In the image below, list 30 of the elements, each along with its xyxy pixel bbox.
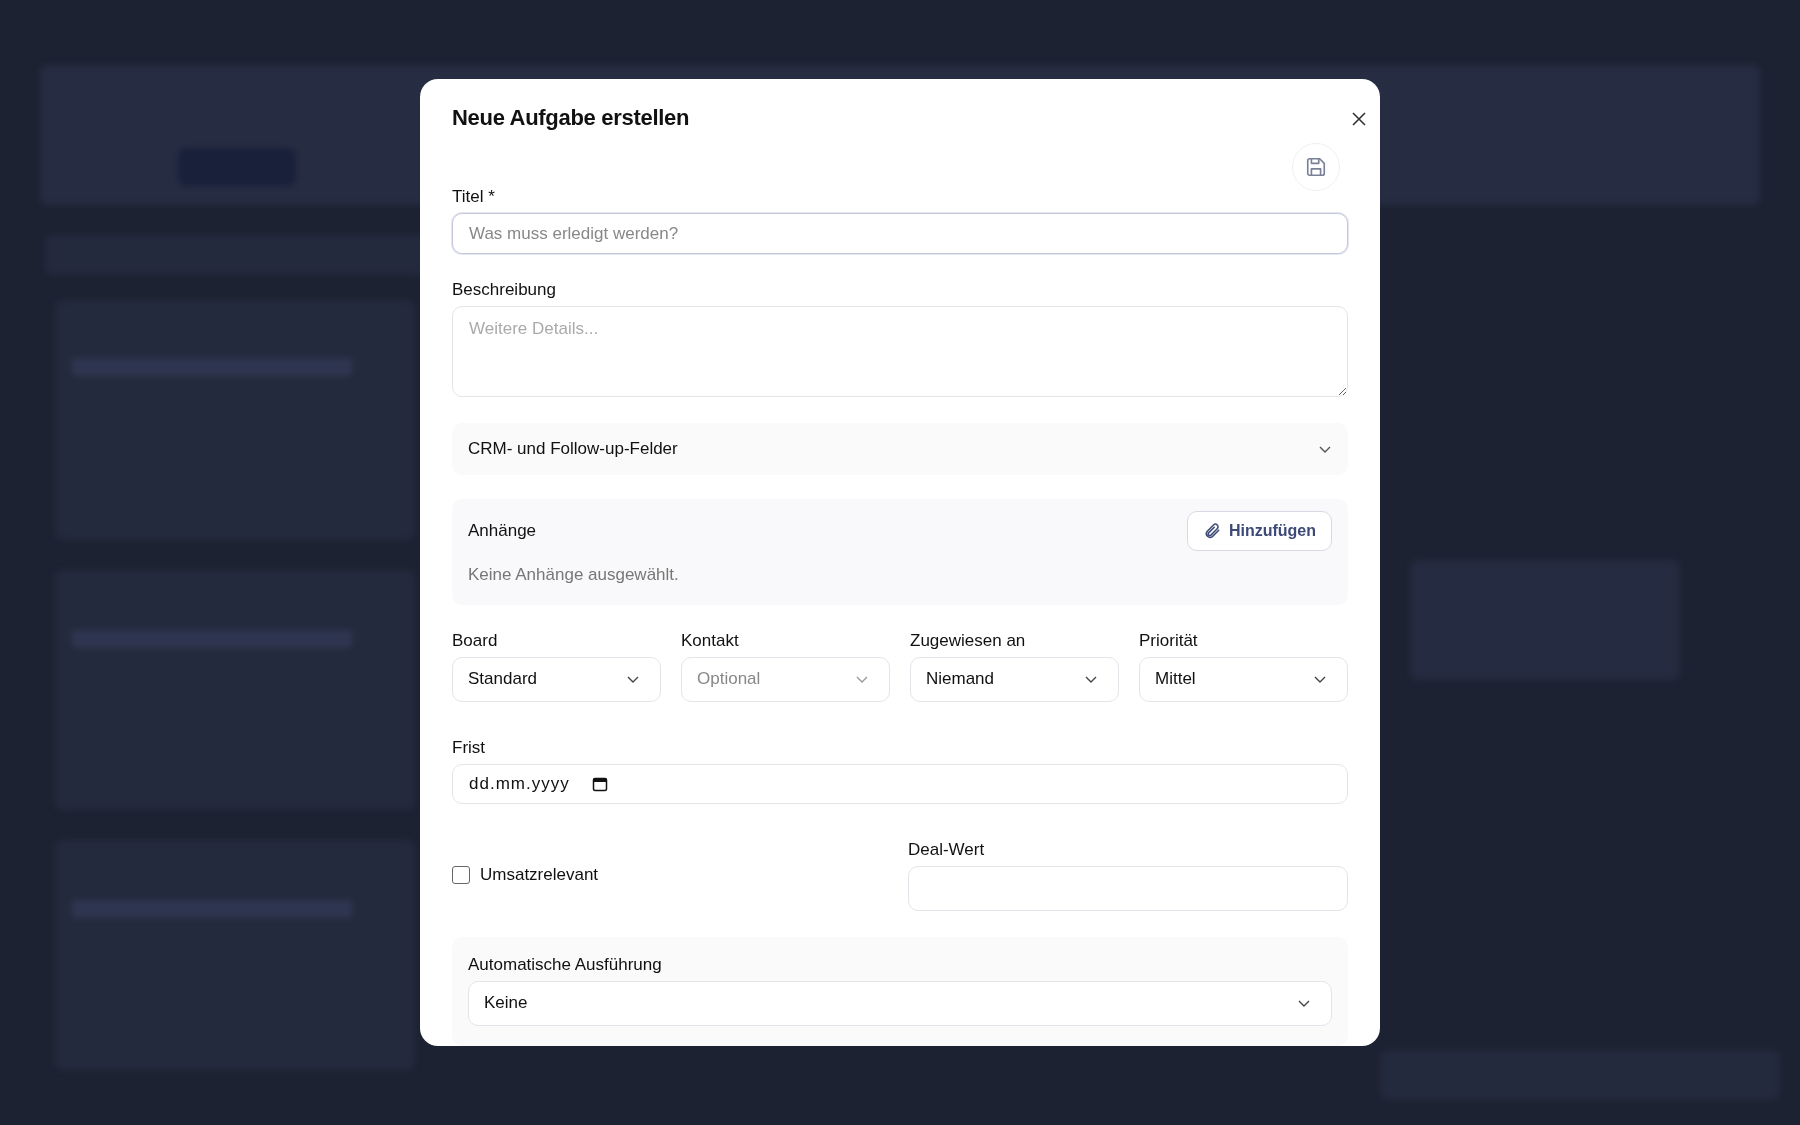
paperclip-icon (1202, 521, 1221, 540)
select-dropdown[interactable]: Keine (468, 981, 1332, 1026)
close-icon (1351, 111, 1367, 127)
save-button[interactable] (1292, 143, 1340, 191)
field-label: Board (452, 630, 498, 651)
select-dropdown[interactable]: Optional (681, 656, 890, 702)
attachments-label: Anhänge (468, 520, 537, 541)
field-label: Automatische Ausführung (468, 955, 662, 975)
calendar-icon (591, 775, 608, 792)
checkbox[interactable] (452, 866, 470, 885)
field-label: Zugewiesen an (910, 630, 1026, 651)
title-input[interactable]: Was muss erledigt werden? (452, 213, 1348, 254)
select-dropdown[interactable]: Standard (452, 656, 661, 702)
empty-attachments-text: Keine Anhänge ausgewählt. (468, 564, 679, 584)
date-input[interactable]: dd.mm.yyyy (452, 763, 1348, 804)
select-dropdown[interactable]: Mittel (1139, 656, 1348, 702)
dialog-title: Neue Aufgabe erstellen (452, 105, 691, 131)
crm-section-toggle[interactable]: CRM- und Follow-up-Felder (452, 422, 1348, 475)
field-label: Deal-Wert (908, 840, 985, 860)
field-label: Titel * (452, 187, 495, 208)
select-dropdown[interactable]: Niemand (910, 656, 1119, 702)
field-label: Priorität (1139, 630, 1198, 651)
field-label: Frist (452, 737, 486, 758)
add-attachment-button[interactable]: Hinzufügen (1186, 510, 1332, 551)
checkbox-label: Umsatzrelevant (480, 865, 599, 886)
save-icon (1305, 156, 1327, 178)
description-textarea[interactable]: Weitere Details... (452, 305, 1348, 397)
deal-value-input[interactable] (908, 866, 1348, 911)
field-label: Kontakt (681, 630, 739, 651)
field-label: Beschreibung (452, 279, 556, 300)
